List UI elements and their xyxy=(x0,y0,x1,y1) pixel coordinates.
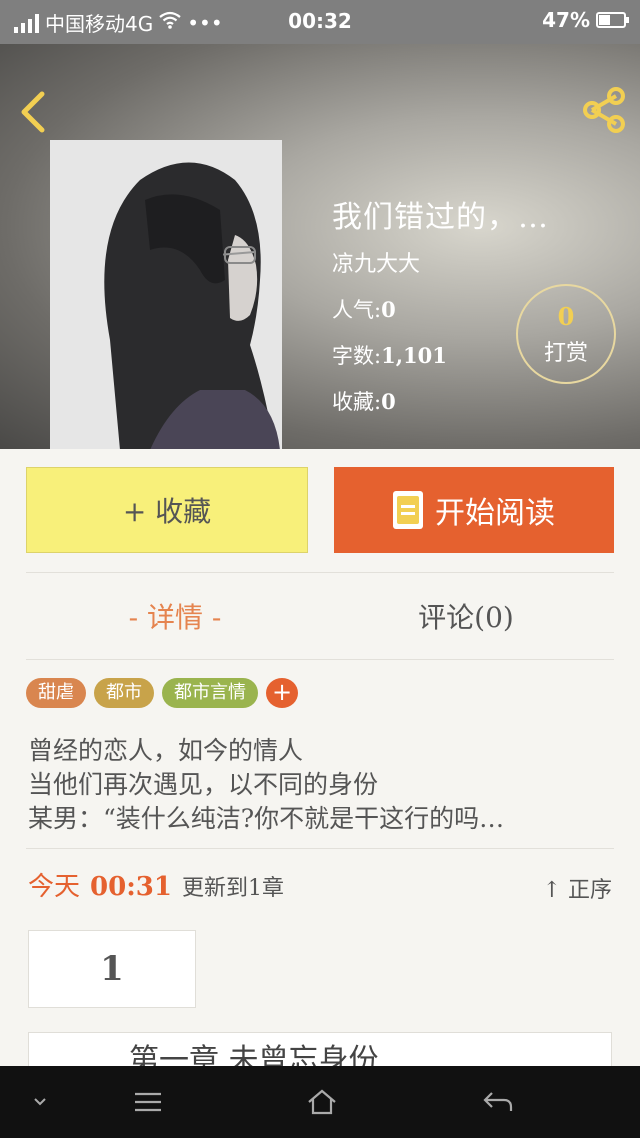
favorites-stat: 收藏:0 xyxy=(332,386,622,416)
tab-details[interactable]: - 详情 - xyxy=(90,596,260,640)
divider xyxy=(26,848,614,849)
back-button[interactable] xyxy=(14,88,54,136)
add-to-favorites-button[interactable]: + 收藏 xyxy=(26,467,308,553)
chevron-left-icon xyxy=(21,91,45,133)
popularity-value: 0 xyxy=(381,297,396,322)
update-chapter-info: 更新到1章 xyxy=(181,876,284,901)
description-line: 某男：“装什么纯洁?你不就是干这行的吗… xyxy=(28,804,505,833)
battery-icon xyxy=(596,12,629,28)
book-title: 我们错过的，… xyxy=(332,200,549,235)
menu-icon xyxy=(135,1092,161,1112)
back-arrow-icon xyxy=(483,1092,513,1111)
update-time: 00:31 xyxy=(90,872,172,902)
chapter-page-tab[interactable]: 1 xyxy=(28,930,196,1008)
favorites-label: 收藏: xyxy=(332,390,382,414)
share-icon xyxy=(583,87,625,133)
nav-menu-button[interactable] xyxy=(116,1066,180,1138)
sort-order-button[interactable]: ↑ 正序 xyxy=(543,872,612,904)
update-info: 今天 00:31 更新到1章 xyxy=(28,866,284,903)
system-nav-bar xyxy=(0,1066,640,1138)
popularity-label: 人气: xyxy=(332,298,382,322)
nav-home-button[interactable] xyxy=(290,1066,354,1138)
status-bar: 中国移动4G ••• 00:32 47% xyxy=(0,0,640,44)
add-tag-button[interactable]: + xyxy=(266,678,298,708)
genre-tags: 甜虐 都市 都市言情 + xyxy=(26,678,298,708)
divider xyxy=(26,659,614,660)
start-reading-button[interactable]: 开始阅读 xyxy=(334,467,614,553)
book-header: 我们错过的，… 凉九大大 人气:0 字数:1,101 收藏:0 0 打赏 xyxy=(0,44,640,449)
battery-percent: 47% xyxy=(542,8,590,32)
favorites-value: 0 xyxy=(381,389,396,414)
nav-back-button[interactable] xyxy=(466,1066,530,1138)
word-count-value: 1,101 xyxy=(381,343,447,368)
reward-button[interactable]: 0 打赏 xyxy=(516,284,616,384)
start-reading-label: 开始阅读 xyxy=(435,496,555,531)
tag-sweet-angst[interactable]: 甜虐 xyxy=(26,678,86,708)
reward-count: 0 xyxy=(557,302,575,331)
book-description[interactable]: 曾经的恋人，如今的情人 当他们再次遇见，以不同的身份 某男：“装什么纯洁?你不就… xyxy=(28,734,618,836)
divider xyxy=(26,572,614,573)
nav-collapse-button[interactable] xyxy=(10,1066,70,1138)
tag-urban[interactable]: 都市 xyxy=(94,678,154,708)
tab-comments[interactable]: 评论(0) xyxy=(386,596,546,640)
description-line: 曾经的恋人，如今的情人 xyxy=(28,736,304,765)
reward-label: 打赏 xyxy=(543,341,588,366)
update-day: 今天 xyxy=(28,872,81,902)
chevron-down-icon xyxy=(34,1098,46,1106)
book-author: 凉九大大 xyxy=(332,252,421,277)
home-icon xyxy=(308,1089,336,1115)
book-cover-image xyxy=(50,140,282,449)
book-icon xyxy=(393,491,423,529)
description-line: 当他们再次遇见，以不同的身份 xyxy=(28,770,379,799)
share-button[interactable] xyxy=(578,84,630,136)
tag-urban-romance[interactable]: 都市言情 xyxy=(162,678,258,708)
word-count-label: 字数: xyxy=(332,344,382,368)
